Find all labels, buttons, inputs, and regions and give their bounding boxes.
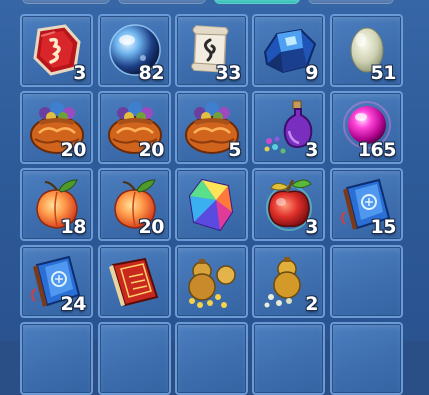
item-count: 165 (357, 139, 397, 161)
slot-r3-c5[interactable]: 15 (330, 168, 403, 241)
slot-r2-c5[interactable]: 165 (330, 91, 403, 164)
item-count: 20 (60, 139, 87, 161)
slot-r3-c3[interactable] (175, 168, 248, 241)
slot-r2-c2[interactable]: 20 (98, 91, 171, 164)
slot-r4-c3[interactable] (175, 245, 248, 318)
item-count: 2 (305, 293, 318, 315)
slot-r5-c5[interactable] (330, 322, 403, 395)
item-count: 20 (138, 216, 165, 238)
slot-r5-c3[interactable] (175, 322, 248, 395)
item-count: 18 (60, 216, 87, 238)
item-count: 20 (138, 139, 165, 161)
slot-r4-c5[interactable] (330, 245, 403, 318)
item-count: 3 (305, 139, 318, 161)
item-count: 9 (305, 62, 318, 84)
slot-r3-c2[interactable]: 20 (98, 168, 171, 241)
slot-r3-c1[interactable]: 18 (20, 168, 93, 241)
slot-r1-c1[interactable]: 3 (20, 14, 93, 87)
inventory-tab-bar (0, 0, 429, 8)
slot-r5-c4[interactable] (252, 322, 325, 395)
tab-3[interactable] (214, 0, 300, 4)
item-count: 82 (138, 62, 165, 84)
item-count: 24 (60, 293, 87, 315)
slot-r4-c4[interactable]: 2 (252, 245, 325, 318)
slot-r4-c1[interactable]: 24 (20, 245, 93, 318)
slot-r2-c4[interactable]: 3 (252, 91, 325, 164)
slot-r1-c2[interactable]: 82 (98, 14, 171, 87)
item-count: 15 (370, 216, 397, 238)
item-count: 33 (215, 62, 242, 84)
tab-4[interactable] (308, 0, 394, 4)
rainbow-gem-icon (188, 178, 234, 232)
item-count: 3 (305, 216, 318, 238)
slot-r2-c3[interactable]: 5 (175, 91, 248, 164)
item-count: 3 (73, 62, 86, 84)
golden-gourd-beads-icon (188, 259, 236, 308)
slot-r5-c1[interactable] (20, 322, 93, 395)
slot-r1-c3[interactable]: 33 (175, 14, 248, 87)
tab-2[interactable] (118, 0, 206, 4)
slot-r1-c5[interactable]: 51 (330, 14, 403, 87)
slot-r5-c2[interactable] (98, 322, 171, 395)
slot-r3-c4[interactable]: 3 (252, 168, 325, 241)
slot-r2-c1[interactable]: 20 (20, 91, 93, 164)
slot-r4-c2[interactable] (98, 245, 171, 318)
item-count: 5 (228, 139, 241, 161)
item-count: 51 (370, 62, 397, 84)
slot-r1-c4[interactable]: 9 (252, 14, 325, 87)
red-book-icon (109, 257, 159, 307)
tab-1[interactable] (22, 0, 110, 4)
